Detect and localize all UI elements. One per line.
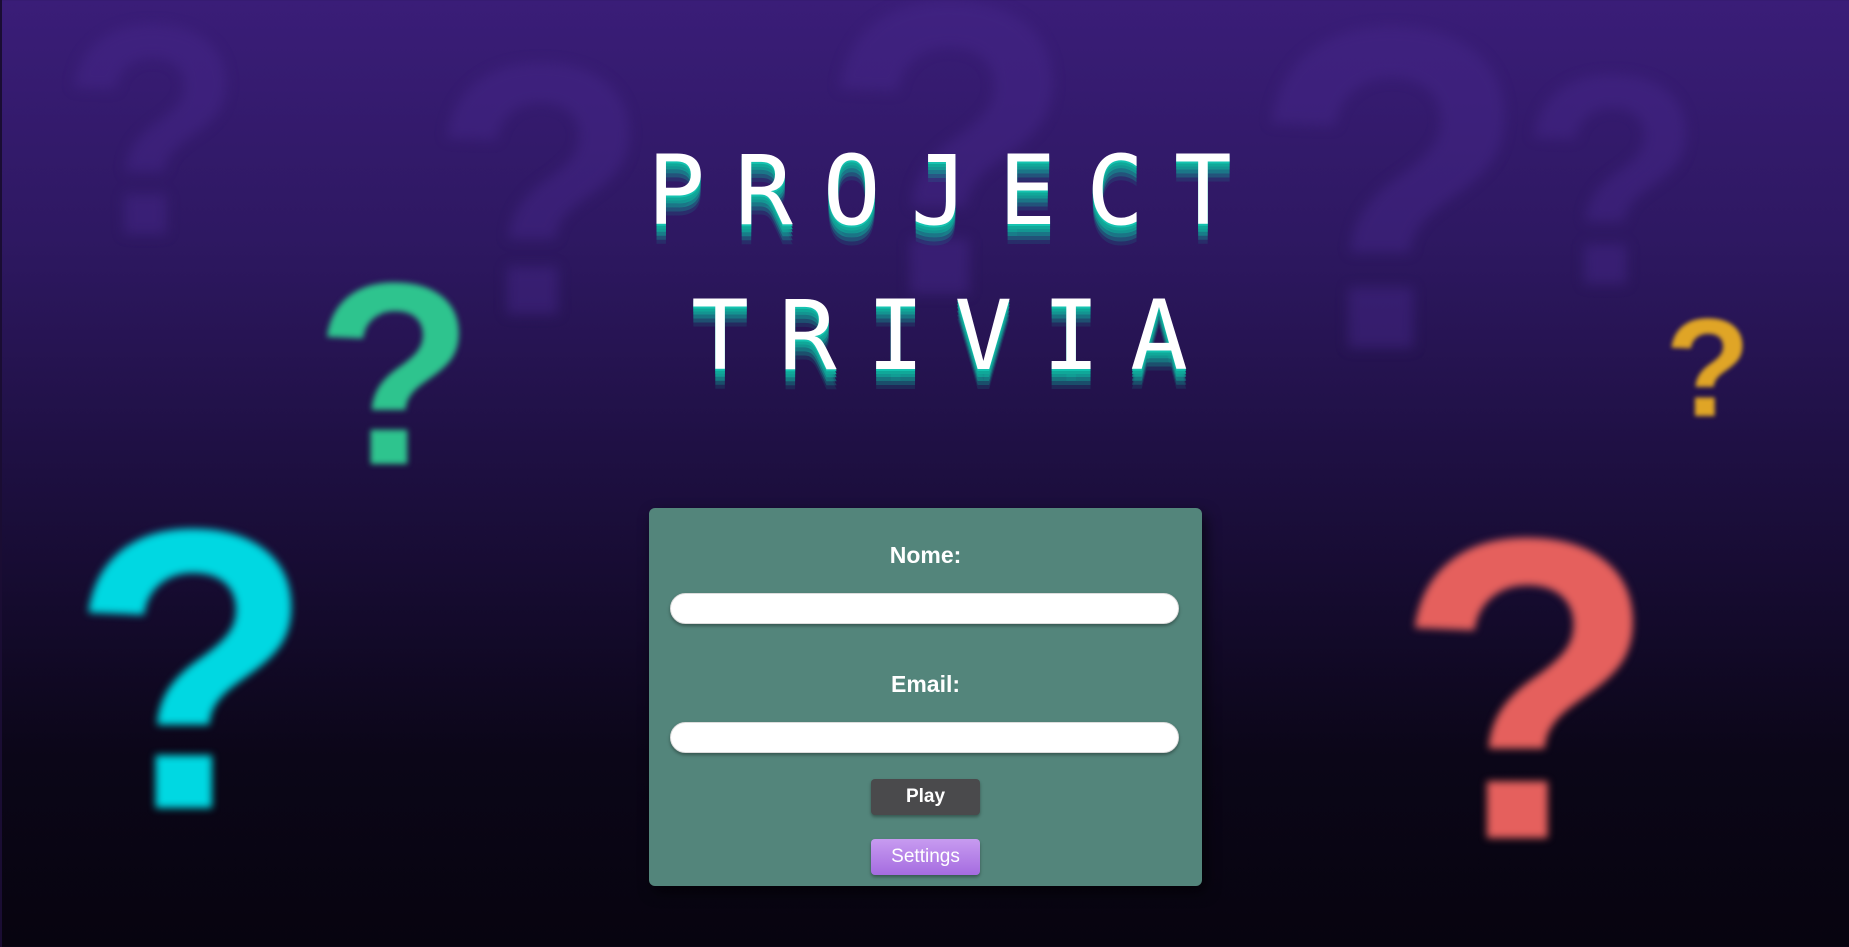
settings-button[interactable]: Settings (871, 839, 980, 875)
cyan-question-mark-icon: ? (70, 446, 315, 893)
play-button[interactable]: Play (871, 779, 980, 815)
game-title-line-1: PROJECT (647, 135, 1262, 247)
game-title-line-2: TRIVIA (691, 280, 1218, 392)
player-form-card: Nome: Email: Play Settings (649, 508, 1202, 886)
email-input[interactable] (670, 722, 1179, 753)
email-label: Email: (890, 671, 961, 697)
name-input[interactable] (670, 593, 1179, 624)
name-label: Nome: (889, 542, 962, 568)
red-question-mark-icon: ? (1395, 450, 1658, 930)
